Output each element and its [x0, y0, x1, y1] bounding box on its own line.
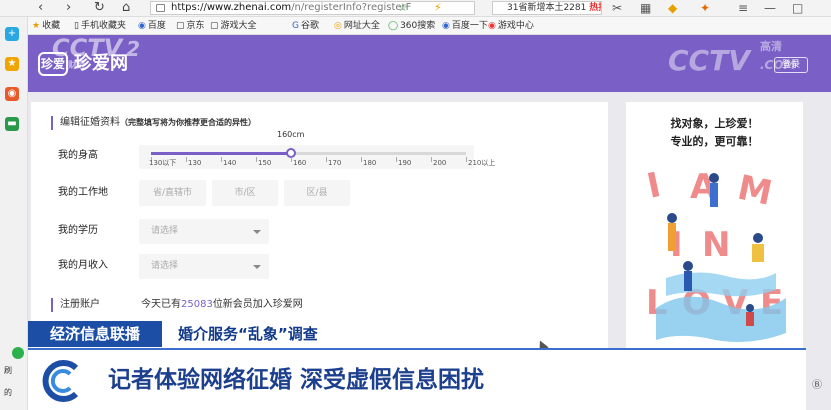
section-title-register: 注册账户: [51, 298, 100, 312]
art-letter: M: [734, 168, 775, 214]
province-select[interactable]: 省/直辖市: [139, 180, 206, 206]
chevron-down-icon: [253, 230, 261, 234]
slider-tick: [291, 157, 292, 162]
cctv-com: .COM: [760, 58, 796, 72]
lightning-icon[interactable]: ⚡: [434, 1, 442, 14]
left-edge-text: 的: [4, 388, 12, 397]
slider-tick-label: 200: [433, 159, 447, 167]
slider-tick-label: 160: [293, 159, 307, 167]
bookmark-item[interactable]: ◯ 360搜索: [388, 20, 435, 32]
url-host: www.zhenai.com: [206, 2, 292, 13]
news-program-name: 经济信息联播: [28, 321, 162, 347]
bookmark-item[interactable]: ◉ 百度一下: [442, 20, 488, 32]
income-select[interactable]: 请选择: [139, 254, 269, 279]
news-topic: 婚介服务“乱象”调查: [166, 321, 408, 347]
promo-card: 找对象，上珍爱！ 专业的，更可靠！ I A M I N L O V E: [626, 102, 803, 362]
weibo-icon[interactable]: ◉: [5, 87, 19, 101]
bookmark-item[interactable]: ◎ 网址大全: [334, 20, 380, 32]
star-icon[interactable]: ★: [5, 57, 19, 71]
art-letter: N: [702, 225, 730, 265]
section-title-profile: 编辑征婚资料（完整填写将为你推荐更合适的异性）: [51, 116, 256, 130]
bookmark-item[interactable]: G 谷歌: [292, 20, 319, 32]
promo-slogan-2: 专业的，更可靠！: [670, 135, 759, 148]
scissors-icon[interactable]: ✂: [612, 1, 622, 15]
slider-tick-label: 180: [363, 159, 377, 167]
workplace-label: 我的工作地: [58, 187, 108, 198]
register-stats: 今天已有25083位新会员加入珍爱网: [141, 299, 303, 310]
height-label: 我的身高: [58, 150, 98, 161]
search-query: 31省新增本土2281: [507, 3, 587, 13]
url-scheme: https://: [171, 2, 207, 13]
slider-tick-label: 130: [188, 159, 202, 167]
bookmark-item[interactable]: ◉ 百度: [138, 20, 166, 32]
bookmark-item[interactable]: ★ 收藏: [32, 20, 60, 32]
back-icon[interactable]: ‹: [38, 1, 43, 15]
slider-tick: [431, 157, 432, 162]
menu-icon[interactable]: ≡: [738, 1, 748, 15]
bookmark-item[interactable]: ▯ 手机收藏夹: [74, 20, 126, 32]
home-icon[interactable]: ⌂: [122, 1, 130, 15]
side-icon: Ⓑ: [812, 380, 822, 391]
bookmark-item[interactable]: ▢ 游戏大全: [210, 20, 257, 32]
news-headline: 记者体验网络征婚 深受虚假信息困扰: [108, 367, 485, 393]
slider-tick-label: 150: [258, 159, 272, 167]
left-edge-text: 刷: [4, 366, 12, 375]
hd-badge: 高清: [760, 40, 782, 53]
plus-icon[interactable]: +: [5, 27, 19, 41]
lock-icon: [156, 4, 165, 12]
height-value: 160cm: [277, 130, 305, 139]
education-select[interactable]: 请选择: [139, 219, 269, 244]
news-program-strip: 经济信息联播 婚介服务“乱象”调查: [28, 321, 408, 347]
shield-icon[interactable]: ◆: [668, 1, 677, 15]
search-input[interactable]: 31省新增本土2281 热搜: [492, 1, 602, 15]
cctv-swirl-logo: [42, 360, 79, 402]
register-count: 25083: [181, 299, 213, 310]
promo-slogan-1: 找对象，上珍爱！: [670, 117, 759, 130]
slider-tick-label: 210以上: [468, 159, 496, 167]
reload-icon[interactable]: ↻: [94, 1, 105, 15]
slider-tick: [221, 157, 222, 162]
chat-icon[interactable]: ▬: [5, 117, 19, 131]
url-path: /n/registerInfo?registerF: [291, 2, 412, 13]
minimize-icon[interactable]: —: [764, 1, 776, 15]
news-headline-bar: 记者体验网络征婚 深受虚假信息困扰: [28, 348, 806, 410]
income-label: 我的月收入: [58, 260, 108, 271]
slider-tick: [326, 157, 327, 162]
maximize-icon[interactable]: □: [792, 1, 803, 15]
bookmarks-bar: ★ 收藏 ▯ 手机收藏夹 ◉ 百度 ▢ 京东 ▢ 游戏大全 G 谷歌 ◎ 网址大全 ◯ 360搜…: [28, 17, 831, 35]
cctv-logo-right: CCTV: [668, 44, 750, 77]
slider-tick: [186, 157, 187, 162]
education-label: 我的学历: [58, 225, 98, 236]
district-select[interactable]: 区/县: [284, 180, 350, 206]
cctv-logo-left: CCTV 2: [52, 34, 141, 62]
browser-toolbar: ‹ › ↻ ⌂ https://www.zhenai.com/n/registe…: [0, 0, 831, 17]
height-slider[interactable]: 130以下 130 140 150 160 170 180 190 200 210以上: [139, 145, 495, 169]
slider-tick-label: 140: [223, 159, 237, 167]
slider-tick: [396, 157, 397, 162]
slider-tick-label: 130以下: [149, 159, 177, 167]
slider-track[interactable]: [151, 148, 466, 158]
slider-tick-label: 190: [398, 159, 412, 167]
art-letter: I: [644, 165, 665, 207]
slider-tick: [361, 157, 362, 162]
cctv-channel-sub: 财经: [68, 61, 87, 71]
check-icon: [12, 347, 24, 359]
slider-fill: [151, 152, 291, 155]
bookmark-item[interactable]: ◉ 游戏中心: [488, 20, 534, 32]
hot-search-badge: 热搜: [589, 3, 601, 13]
forward-icon[interactable]: ›: [66, 1, 71, 15]
address-bar[interactable]: https://www.zhenai.com/n/registerInfo?re…: [150, 1, 475, 15]
city-select[interactable]: 市/区: [212, 180, 278, 206]
slider-tick-label: 170: [328, 159, 342, 167]
fox-icon[interactable]: ✦: [700, 1, 710, 15]
grid-icon[interactable]: ▦: [640, 1, 651, 15]
i-am-in-love-illustration: I A M I N L O V E: [644, 165, 786, 342]
chevron-down-icon: [253, 265, 261, 269]
star-icon[interactable]: ☆: [398, 1, 408, 14]
bookmark-item[interactable]: ▢ 京东: [176, 20, 205, 32]
slider-tick: [256, 157, 257, 162]
slider-tick: [466, 157, 467, 162]
